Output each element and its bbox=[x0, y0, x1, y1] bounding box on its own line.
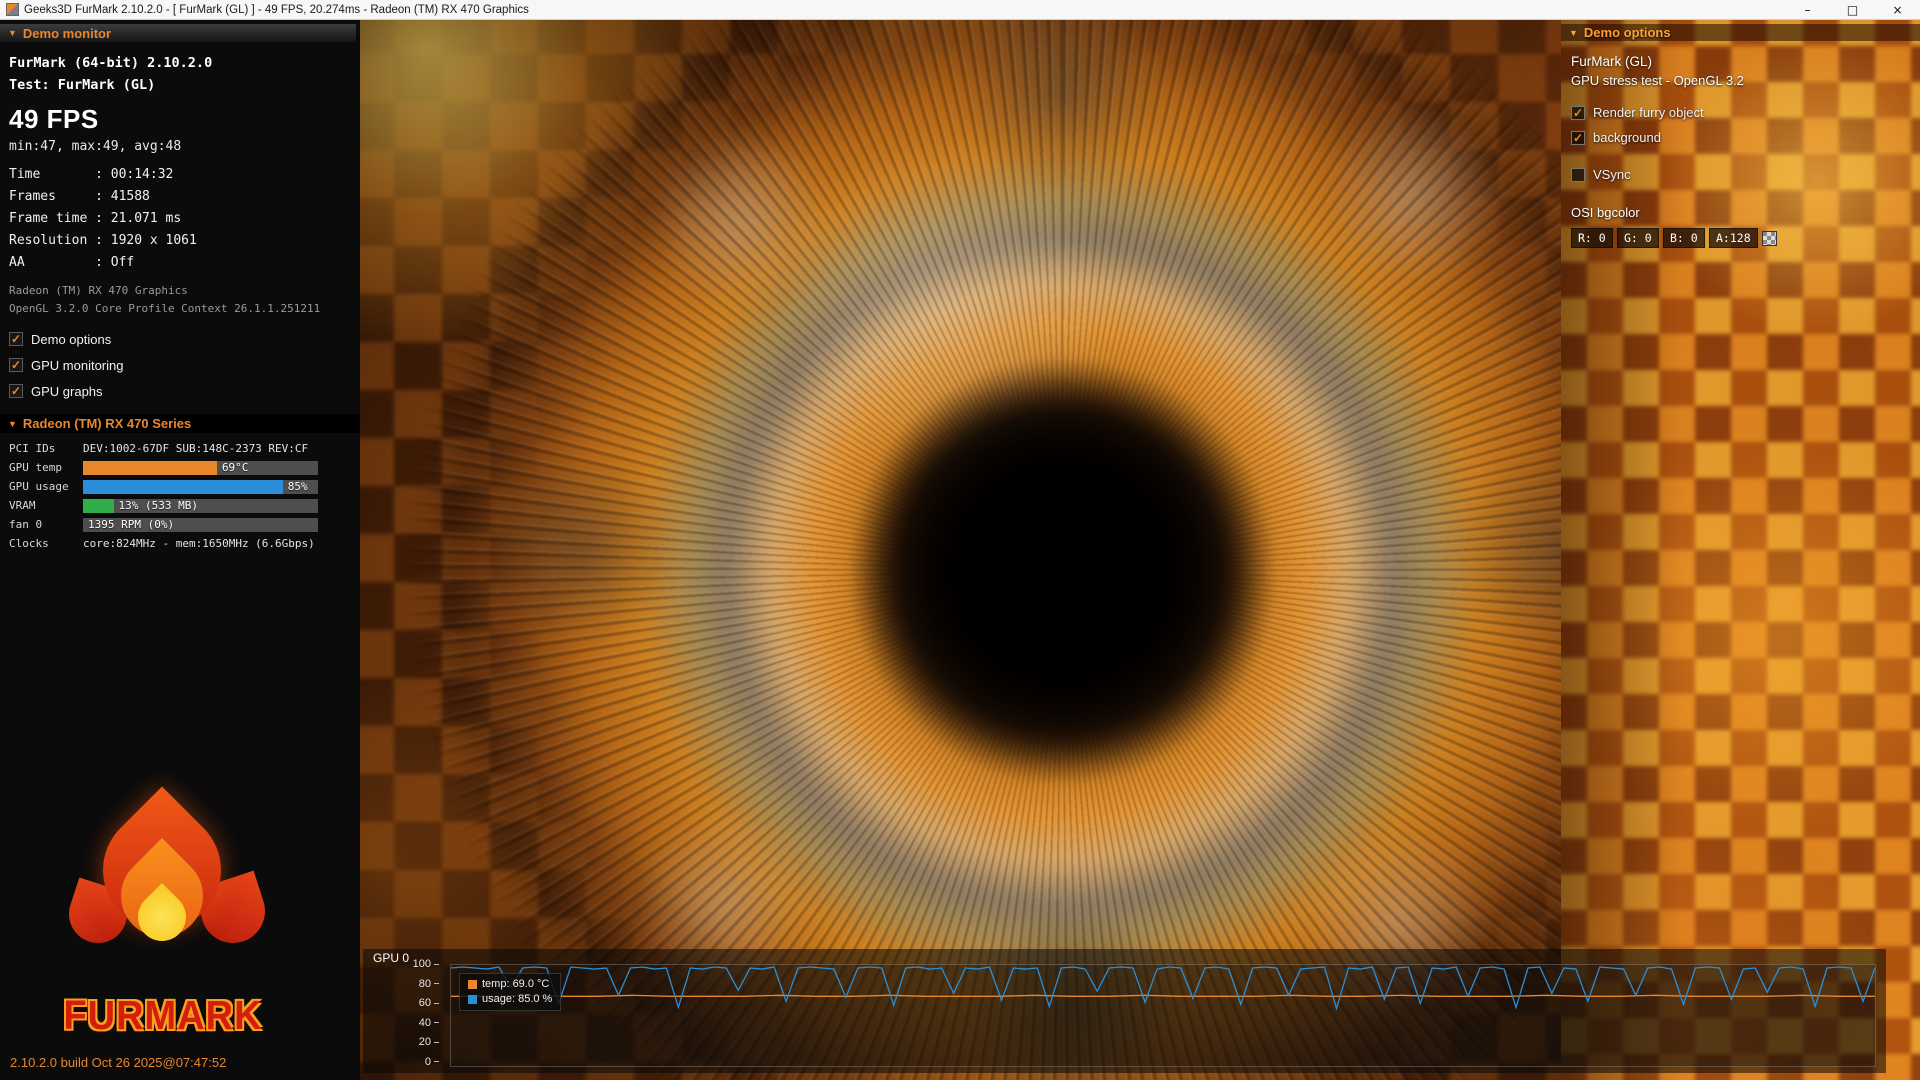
graph-y-axis: 100 80 60 40 20 0 bbox=[391, 959, 439, 1067]
furmark-wordmark: FURMARK bbox=[18, 993, 308, 1039]
channel-b-field[interactable]: B: 0 bbox=[1663, 228, 1705, 248]
titlebar: Geeks3D FurMark 2.10.2.0 - [ FurMark (GL… bbox=[0, 0, 1920, 20]
app-icon bbox=[6, 3, 19, 16]
window-controls: – □ × bbox=[1785, 0, 1920, 19]
gpu-graph-panel: GPU 0 100 80 60 40 20 0 temp: 69.0 °C bbox=[363, 949, 1886, 1073]
checkbox-icon: ✓ bbox=[9, 384, 23, 398]
gl-context: OpenGL 3.2.0 Core Profile Context 26.1.1… bbox=[9, 300, 360, 318]
fan-bar: 1395 RPM (0%) bbox=[83, 518, 318, 532]
option-vsync[interactable]: ✓ VSync bbox=[1571, 162, 1912, 187]
gpu-section-title: Radeon (TM) RX 470 Series bbox=[23, 416, 191, 431]
test-name: FurMark (GL) bbox=[1571, 52, 1912, 72]
gpu-section-header[interactable]: ▼ Radeon (TM) RX 470 Series bbox=[0, 414, 360, 433]
legend-temp: temp: 69.0 °C bbox=[468, 977, 552, 992]
app-version-line: FurMark (64-bit) 2.10.2.0 bbox=[9, 52, 360, 74]
bgcolor-channels: R: 0 G: 0 B: 0 A:128 bbox=[1571, 228, 1912, 248]
minimize-button[interactable]: – bbox=[1785, 0, 1830, 19]
checkbox-icon: ✓ bbox=[1571, 168, 1585, 182]
collapse-triangle-icon: ▼ bbox=[8, 28, 17, 38]
checkbox-icon: ✓ bbox=[9, 332, 23, 346]
option-render-furry-object[interactable]: ✓ Render furry object bbox=[1571, 100, 1912, 125]
test-line: Test: FurMark (GL) bbox=[9, 74, 360, 96]
stat-resolution: Resolution : 1920 x 1061 bbox=[9, 230, 360, 252]
toggle-demo-options[interactable]: ✓ Demo options bbox=[9, 326, 360, 352]
flame-icon bbox=[53, 793, 273, 983]
fan-row: fan 0 1395 RPM (0%) bbox=[0, 515, 360, 534]
collapse-triangle-icon: ▼ bbox=[1569, 28, 1578, 38]
channel-a-field[interactable]: A:128 bbox=[1709, 228, 1758, 248]
legend-usage: usage: 85.0 % bbox=[468, 992, 552, 1007]
collapse-triangle-icon: ▼ bbox=[8, 419, 17, 429]
usage-color-swatch bbox=[468, 995, 477, 1004]
clocks-value: core:824MHz - mem:1650MHz (6.6Gbps) bbox=[83, 537, 315, 550]
graph-plot-area: temp: 69.0 °C usage: 85.0 % bbox=[450, 964, 1876, 1067]
toggle-gpu-monitoring[interactable]: ✓ GPU monitoring bbox=[9, 352, 360, 378]
osi-bgcolor-label: OSI bgcolor bbox=[1571, 205, 1912, 220]
maximize-button[interactable]: □ bbox=[1830, 0, 1875, 19]
stat-frame-time: Frame time : 21.071 ms bbox=[9, 208, 360, 230]
pci-ids-row: PCI IDs DEV:1002-67DF SUB:148C-2373 REV:… bbox=[0, 439, 360, 458]
demo-options-header[interactable]: ▼ Demo options bbox=[1561, 24, 1920, 41]
stat-aa: AA : Off bbox=[9, 252, 360, 274]
vram-row: VRAM 13% (533 MB) bbox=[0, 496, 360, 515]
fps-counter: 49 FPS bbox=[9, 104, 360, 135]
test-subtitle: GPU stress test - OpenGL 3.2 bbox=[1571, 72, 1912, 90]
stat-frames: Frames : 41588 bbox=[9, 186, 360, 208]
furmark-logo: FURMARK bbox=[18, 793, 308, 1038]
clocks-row: Clocks core:824MHz - mem:1650MHz (6.6Gbp… bbox=[0, 534, 360, 553]
demo-monitor-title: Demo monitor bbox=[23, 26, 111, 41]
pci-ids-value: DEV:1002-67DF SUB:148C-2373 REV:CF bbox=[83, 442, 308, 455]
temp-color-swatch bbox=[468, 980, 477, 989]
graph-legend: temp: 69.0 °C usage: 85.0 % bbox=[459, 973, 561, 1011]
client-area: ▼ Demo monitor FurMark (64-bit) 2.10.2.0… bbox=[0, 20, 1920, 1080]
stat-time: Time : 00:14:32 bbox=[9, 164, 360, 186]
build-info: 2.10.2.0 build Oct 26 2025@07:47:52 bbox=[10, 1055, 226, 1070]
option-background[interactable]: ✓ background bbox=[1571, 125, 1912, 150]
fps-minmax: min:47, max:49, avg:48 bbox=[9, 139, 360, 154]
gpu-chart-svg bbox=[451, 965, 1875, 1066]
close-button[interactable]: × bbox=[1875, 0, 1920, 19]
checkbox-icon: ✓ bbox=[9, 358, 23, 372]
checkbox-icon: ✓ bbox=[1571, 106, 1585, 120]
channel-r-field[interactable]: R: 0 bbox=[1571, 228, 1613, 248]
demo-options-title: Demo options bbox=[1584, 25, 1671, 40]
window-title: Geeks3D FurMark 2.10.2.0 - [ FurMark (GL… bbox=[24, 4, 529, 16]
gpu-usage-bar: 85% bbox=[83, 480, 318, 494]
toggle-gpu-graphs[interactable]: ✓ GPU graphs bbox=[9, 378, 360, 404]
channel-g-field[interactable]: G: 0 bbox=[1617, 228, 1659, 248]
gpu-temp-row: GPU temp 69°C bbox=[0, 458, 360, 477]
demo-monitor-panel: ▼ Demo monitor FurMark (64-bit) 2.10.2.0… bbox=[0, 20, 360, 1080]
demo-monitor-header[interactable]: ▼ Demo monitor bbox=[0, 24, 356, 42]
furmark-window: Geeks3D FurMark 2.10.2.0 - [ FurMark (GL… bbox=[0, 0, 1920, 1080]
demo-options-panel: ▼ Demo options FurMark (GL) GPU stress t… bbox=[1561, 20, 1920, 1080]
alpha-checker-swatch[interactable] bbox=[1762, 231, 1777, 246]
gpu-usage-row: GPU usage 85% bbox=[0, 477, 360, 496]
gpu-temp-bar: 69°C bbox=[83, 461, 318, 475]
gpu-name: Radeon (TM) RX 470 Graphics bbox=[9, 282, 360, 300]
checkbox-icon: ✓ bbox=[1571, 131, 1585, 145]
vram-bar: 13% (533 MB) bbox=[83, 499, 318, 513]
